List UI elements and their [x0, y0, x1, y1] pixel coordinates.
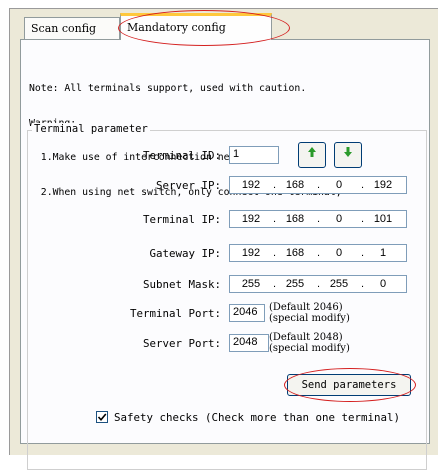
- hint-line: (special modify): [269, 343, 350, 354]
- hint-line: (Default 2046): [269, 302, 343, 313]
- ip-dot: .: [317, 247, 321, 259]
- terminal-port-label: Terminal Port:: [129, 307, 221, 320]
- subnet-mask-field[interactable]: 255 . 255 . 255 . 0: [229, 275, 407, 293]
- tab-mandatory-config[interactable]: Mandatory config: [120, 13, 272, 40]
- ip-dot: .: [361, 278, 365, 290]
- ip-dot: .: [273, 247, 277, 259]
- ip-octet: 0: [335, 179, 343, 191]
- decrement-button[interactable]: [334, 142, 362, 168]
- ip-dot: .: [273, 213, 277, 225]
- terminal-port-field[interactable]: 2046: [229, 304, 265, 322]
- terminal-id-label: Terminal ID:: [142, 149, 221, 162]
- arrow-down-icon: [343, 147, 353, 162]
- subnet-mask-label: Subnet Mask:: [142, 278, 221, 291]
- server-ip-label: Server IP:: [155, 179, 221, 192]
- group-title: Terminal parameter: [32, 123, 150, 135]
- ip-dot: .: [361, 179, 365, 191]
- gateway-ip-label: Gateway IP:: [149, 247, 221, 260]
- ip-octet: 168: [285, 179, 305, 191]
- ip-octet: 255: [241, 278, 261, 290]
- terminal-ip-label: Terminal IP:: [142, 213, 221, 226]
- ip-octet: 192: [241, 213, 261, 225]
- hint-line: (special modify): [269, 313, 350, 324]
- ip-octet: 192: [241, 247, 261, 259]
- ip-octet: 255: [285, 278, 305, 290]
- ip-dot: .: [317, 213, 321, 225]
- gateway-ip-field[interactable]: 192 . 168 . 0 . 1: [229, 244, 407, 262]
- ip-octet: 0: [335, 247, 343, 259]
- safety-checks-label: Safety checks (Check more than one termi…: [114, 411, 401, 424]
- increment-button[interactable]: [298, 142, 326, 168]
- ip-dot: .: [317, 278, 321, 290]
- note-line: Note: All terminals support, used with c…: [29, 83, 307, 94]
- server-port-label: Server Port:: [142, 337, 221, 350]
- terminal-ip-field[interactable]: 192 . 168 . 0 . 101: [229, 210, 407, 228]
- send-parameters-button[interactable]: Send parameters: [287, 374, 411, 396]
- ip-octet: 192: [373, 179, 393, 191]
- server-ip-field[interactable]: 192 . 168 . 0 . 192: [229, 176, 407, 194]
- terminal-port-hint: (Default 2046) (special modify): [269, 302, 350, 324]
- ip-dot: .: [273, 179, 277, 191]
- safety-checks[interactable]: Safety checks (Check more than one termi…: [96, 411, 400, 424]
- server-port-field[interactable]: 2048: [229, 334, 269, 352]
- ip-octet: 1: [379, 247, 387, 259]
- hint-line: (Default 2048): [269, 332, 343, 343]
- ip-octet: 0: [335, 213, 343, 225]
- safety-checkbox[interactable]: [96, 411, 108, 423]
- arrow-up-icon: [307, 147, 317, 162]
- checkmark-icon: [97, 413, 107, 422]
- ip-dot: .: [361, 213, 365, 225]
- server-port-hint: (Default 2048) (special modify): [269, 332, 350, 354]
- ip-dot: .: [317, 179, 321, 191]
- tab-scan-config[interactable]: Scan config: [24, 17, 120, 39]
- ip-octet: 101: [373, 213, 393, 225]
- terminal-id-field[interactable]: 1: [229, 146, 279, 164]
- ip-dot: .: [361, 247, 365, 259]
- ip-octet: 192: [241, 179, 261, 191]
- ip-octet: 168: [285, 247, 305, 259]
- ip-octet: 0: [379, 278, 387, 290]
- ip-octet: 168: [285, 213, 305, 225]
- ip-dot: .: [273, 278, 277, 290]
- ip-octet: 255: [329, 278, 349, 290]
